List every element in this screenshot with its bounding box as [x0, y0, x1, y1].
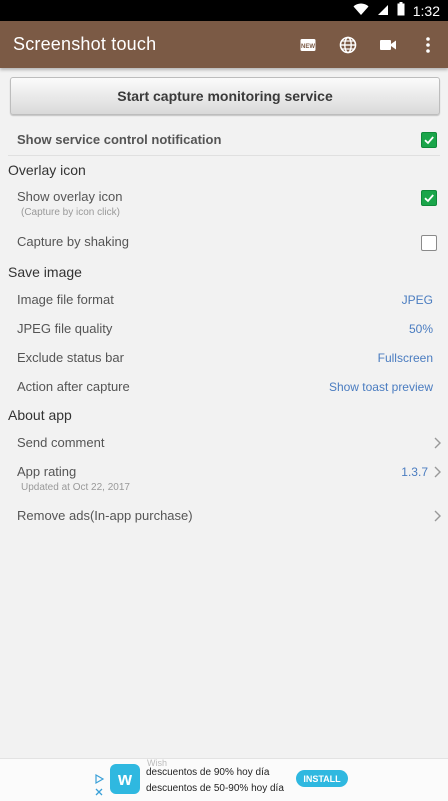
- status-bar: 1:32: [0, 0, 448, 21]
- capture-shaking-label: Capture by shaking: [17, 234, 130, 249]
- service-notification-checkbox[interactable]: [421, 132, 437, 148]
- divider: [8, 155, 440, 156]
- chevron-right-icon: [434, 437, 441, 449]
- show-overlay-row[interactable]: Show overlay icon (Capture by icon click…: [0, 184, 448, 224]
- section-header-save: Save image: [8, 264, 82, 280]
- image-format-value: JPEG: [401, 293, 433, 307]
- show-overlay-label: Show overlay icon: [17, 189, 123, 204]
- chevron-right-icon: [434, 510, 441, 522]
- status-icons: 1:32: [353, 0, 440, 21]
- ad-install-button[interactable]: INSTALL: [296, 770, 348, 787]
- service-notification-label: Show service control notification: [17, 132, 222, 147]
- ad-banner[interactable]: w Wish descuentos de 90% hoy día descuen…: [0, 758, 448, 801]
- video-camera-icon: [380, 39, 396, 50]
- language-button[interactable]: [328, 21, 368, 68]
- action-after-label: Action after capture: [17, 379, 130, 394]
- jpeg-quality-label: JPEG file quality: [17, 321, 113, 336]
- section-header-overlay: Overlay icon: [8, 162, 86, 178]
- app-rating-sub: Updated at Oct 22, 2017: [21, 482, 130, 493]
- video-button[interactable]: [368, 21, 408, 68]
- check-icon: [424, 194, 434, 203]
- app-rating-label: App rating: [17, 464, 77, 479]
- app-title: Screenshot touch: [13, 34, 157, 54]
- image-format-row[interactable]: Image file format JPEG: [0, 286, 448, 314]
- more-vert-icon: [426, 36, 430, 53]
- new-badge-button[interactable]: NEW: [288, 21, 328, 68]
- start-capture-button[interactable]: Start capture monitoring service: [10, 77, 440, 115]
- globe-icon: [339, 36, 357, 53]
- show-overlay-checkbox[interactable]: [421, 190, 437, 206]
- service-notification-row[interactable]: Show service control notification: [0, 124, 448, 154]
- jpeg-quality-row[interactable]: JPEG file quality 50%: [0, 315, 448, 343]
- app-bar-actions: NEW: [288, 21, 448, 68]
- jpeg-quality-value: 50%: [408, 322, 433, 336]
- remove-ads-row[interactable]: Remove ads(In-app purchase): [0, 502, 448, 530]
- chevron-right-icon: [434, 466, 441, 478]
- app-rating-row[interactable]: App rating Updated at Oct 22, 2017 1.3.7: [0, 458, 448, 498]
- capture-shaking-row[interactable]: Capture by shaking: [0, 228, 448, 256]
- settings-list: Start capture monitoring service Show se…: [0, 68, 448, 758]
- action-after-row[interactable]: Action after capture Show toast preview: [0, 373, 448, 401]
- signal-icon: [377, 3, 389, 19]
- send-comment-label: Send comment: [17, 435, 105, 450]
- remove-ads-label: Remove ads(In-app purchase): [17, 508, 193, 523]
- check-icon: [424, 136, 434, 145]
- ad-line-2: descuentos de 50-90% hoy día: [146, 783, 284, 794]
- image-format-label: Image file format: [17, 292, 114, 307]
- ad-line-1: descuentos de 90% hoy día: [146, 767, 270, 778]
- send-comment-row[interactable]: Send comment: [0, 429, 448, 457]
- exclude-status-label: Exclude status bar: [17, 350, 124, 365]
- svg-text:NEW: NEW: [301, 44, 315, 50]
- show-overlay-sub: (Capture by icon click): [21, 207, 120, 218]
- wish-logo-letter: w: [117, 768, 132, 789]
- battery-icon: [397, 2, 405, 19]
- exclude-status-value: Fullscreen: [377, 351, 433, 365]
- wish-logo[interactable]: w: [110, 764, 140, 794]
- section-header-about: About app: [8, 407, 72, 423]
- app-bar: Screenshot touch NEW: [0, 21, 448, 68]
- clock: 1:32: [412, 2, 440, 19]
- app-version-value: 1.3.7: [401, 465, 428, 479]
- adchoices-icon[interactable]: [93, 773, 105, 799]
- wifi-icon: [353, 3, 369, 19]
- exclude-status-row[interactable]: Exclude status bar Fullscreen: [0, 344, 448, 372]
- new-icon: NEW: [300, 38, 316, 51]
- capture-shaking-checkbox[interactable]: [421, 235, 437, 251]
- action-after-value: Show toast preview: [328, 380, 433, 394]
- overflow-menu-button[interactable]: [408, 21, 448, 68]
